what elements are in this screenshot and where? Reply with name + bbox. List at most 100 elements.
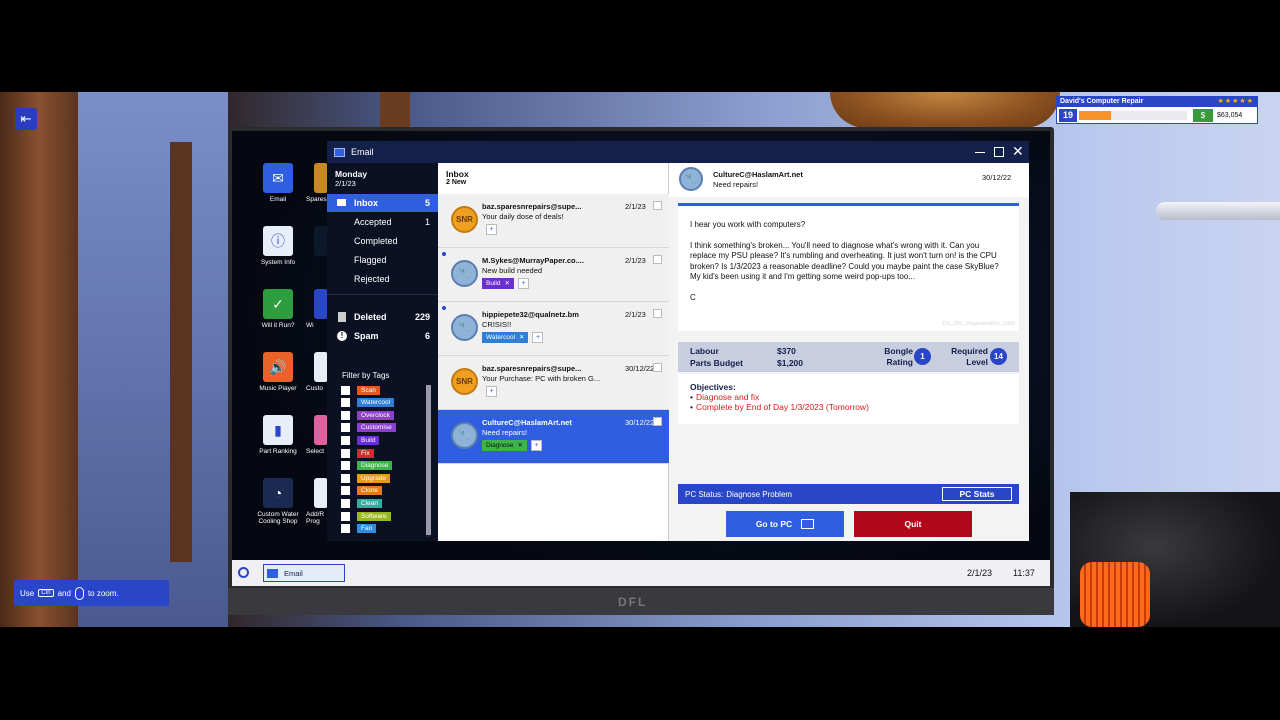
mail-row[interactable]: 🔧 CultureC@HaslamArt.net Need repairs! 30/1… [438, 410, 669, 464]
tag-filter-software[interactable]: Software [341, 510, 391, 522]
job-id: DS_006_Diagnose&Fix_1000 [942, 320, 1015, 327]
go-to-pc-button[interactable]: Go to PC [726, 511, 844, 537]
objectives-title: Objectives: [690, 382, 736, 392]
tag-filter-fan[interactable]: Fan [341, 523, 377, 535]
list-new-count: 2 New [446, 179, 467, 186]
target-icon [314, 352, 328, 382]
money-amount: $63,054 [1217, 112, 1243, 119]
monitor-chin: DFL [228, 588, 1054, 615]
bar-chart-icon: ▮ [263, 415, 293, 445]
add-tag-button[interactable]: + [486, 224, 497, 235]
mail-from: hippiepete32@qualnetz.bm [482, 310, 579, 319]
pc-stats-button[interactable]: PC Stats [942, 487, 1012, 501]
desktop-icon-partial-0[interactable]: Spares [300, 163, 328, 203]
mail-row[interactable]: 🔧 M.Sykes@MurrayPaper.co.... New build nee… [438, 248, 669, 302]
accepted-count: 1 [424, 217, 430, 227]
mail-row[interactable]: SNR baz.sparesnrepairs@supe... Your Purcha… [438, 356, 669, 410]
tag-checkbox[interactable] [341, 461, 350, 471]
exit-icon[interactable]: ⇤ [15, 108, 37, 130]
remove-tag-icon[interactable]: ✕ [517, 442, 522, 449]
tag-filter-diagnose[interactable]: Diagnose [341, 460, 393, 472]
tag-filter-fix[interactable]: Fix [341, 447, 374, 459]
tag-filter-clone[interactable]: Clone [341, 485, 382, 497]
tag-filter-build[interactable]: Build [341, 434, 380, 446]
sidebar-item-flagged[interactable]: Flagged [327, 251, 438, 269]
add-tag-button[interactable]: + [517, 278, 529, 289]
remove-tag-icon[interactable]: ✕ [504, 280, 509, 287]
tag-filter-clean[interactable]: Clean [341, 497, 382, 509]
tag-filter-overclock[interactable]: Overclock [341, 409, 394, 421]
mail-row[interactable]: SNR baz.sparesnrepairs@supe... Your daily … [438, 194, 669, 248]
desktop-icon-partial-4[interactable]: Select [300, 415, 328, 455]
tag-checkbox[interactable] [341, 498, 350, 508]
mail-detail: 🔧 CultureC@HaslamArt.net Need repairs! 3… [669, 163, 1029, 541]
desktop-icon-partial-1[interactable] [300, 226, 328, 259]
mail-row[interactable]: 🔧 hippiepete32@qualnetz.bm CRISIS!! 2/1/23 W… [438, 302, 669, 356]
tag-filter-upgrade[interactable]: Upgrade [341, 472, 390, 484]
tag-checkbox[interactable] [341, 524, 350, 534]
start-icon[interactable] [238, 567, 249, 578]
tag-checkbox[interactable] [341, 473, 350, 483]
labour-value: $370 [777, 346, 796, 356]
close-icon[interactable]: ✕ [1012, 144, 1024, 158]
mail-tags: Diagnose ✕ + [482, 440, 542, 451]
mail-select-checkbox[interactable] [653, 201, 662, 210]
mail-select-checkbox[interactable] [653, 309, 662, 318]
tag-checkbox[interactable] [341, 423, 350, 433]
mail-select-checkbox[interactable] [653, 255, 662, 264]
tag-filter-watercool[interactable]: Watercool [341, 397, 395, 409]
tag-checkbox[interactable] [341, 385, 350, 395]
tag-checkbox[interactable] [341, 410, 350, 420]
detail-subject: Need repairs! [713, 180, 759, 189]
monitor-icon [801, 519, 815, 529]
mail-select-checkbox[interactable] [653, 363, 662, 372]
mail-date: 2/1/23 [625, 256, 646, 265]
desktop-icon-partial-2[interactable]: Wi [300, 289, 328, 329]
wrench-avatar-icon: 🔧 [451, 422, 478, 449]
sidebar-item-deleted[interactable]: Deleted 229 [327, 308, 438, 326]
parts-value: $1,200 [777, 358, 803, 368]
tag-checkbox[interactable] [341, 486, 350, 496]
tag-checkbox[interactable] [341, 448, 350, 458]
sidebar-item-rejected[interactable]: Rejected [327, 270, 438, 288]
desktop-icon-partial-3[interactable]: Custo [300, 352, 328, 392]
inbox-icon [337, 199, 346, 206]
mail-select-checkbox[interactable] [653, 417, 662, 426]
wave-icon [314, 226, 328, 256]
desktop-icon-partial-5[interactable]: Add/R Prog [300, 478, 328, 525]
tag-checkbox[interactable] [341, 398, 350, 408]
quit-button[interactable]: Quit [854, 511, 972, 537]
speaker-icon: 🔊 [263, 352, 293, 382]
minimize-icon[interactable] [975, 152, 985, 153]
body-signature: C [690, 292, 696, 302]
sidebar-item-accepted[interactable]: Accepted 1 [327, 213, 438, 231]
trash-icon [338, 312, 346, 322]
tag-scrollbar[interactable] [426, 385, 431, 537]
add-tag-button[interactable]: + [532, 332, 544, 343]
completed-label: Completed [354, 236, 398, 246]
mail-sidebar: Monday 2/1/23 Inbox 5 Accepted 1 Complet… [327, 163, 438, 541]
pc-status-bar: PC Status: Diagnose Problem PC Stats [678, 484, 1019, 504]
maximize-icon[interactable] [994, 147, 1004, 157]
sidebar-item-spam[interactable]: ! Spam 6 [327, 327, 438, 345]
add-tag-button[interactable]: + [486, 386, 497, 397]
tag-checkbox[interactable] [341, 511, 350, 521]
sidebar-item-inbox[interactable]: Inbox 5 [327, 194, 438, 212]
tag-filter-customise[interactable]: Customise [341, 422, 396, 434]
window-titlebar[interactable]: Email ✕ [327, 141, 1029, 163]
tag-filter-scan[interactable]: Scan [341, 384, 380, 396]
zoom-hint: Use Ctrl and to zoom. [14, 580, 169, 606]
spam-count: 6 [424, 331, 430, 341]
mail-date: 30/12/22 [625, 418, 655, 427]
body-line-1: I hear you work with computers? [690, 220, 806, 229]
taskbar-email-button[interactable]: Email [263, 564, 345, 582]
pc-status-value: Diagnose Problem [726, 489, 793, 499]
tag-checkbox[interactable] [341, 435, 350, 445]
remove-tag-icon[interactable]: ✕ [519, 334, 524, 341]
mouse-icon [74, 586, 84, 600]
add-tag-button[interactable]: + [530, 440, 542, 451]
sidebar-item-completed[interactable]: Completed [327, 232, 438, 250]
inbox-label: Inbox [354, 198, 378, 208]
tag-label: Scan [357, 385, 380, 395]
mail-list: Inbox 2 New SNR baz.sparesnrepairs@supe..… [438, 163, 669, 541]
